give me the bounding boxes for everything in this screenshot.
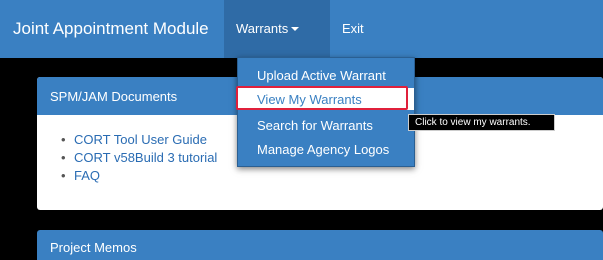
tooltip-text: Click to view my warrants. bbox=[415, 117, 531, 128]
bullet-icon: • bbox=[61, 150, 66, 165]
nav-exit-link[interactable]: Exit bbox=[342, 21, 364, 36]
brand-title[interactable]: Joint Appointment Module bbox=[13, 19, 209, 39]
nav-warrants-label[interactable]: Warrants bbox=[236, 21, 300, 36]
project-memos-panel-heading: Project Memos bbox=[37, 230, 603, 260]
list-item: • CORT Tool User Guide bbox=[61, 131, 217, 149]
tooltip: Click to view my warrants. bbox=[408, 114, 555, 131]
document-link-user-guide[interactable]: CORT Tool User Guide bbox=[74, 132, 207, 147]
bullet-icon: • bbox=[61, 132, 66, 147]
document-link-faq[interactable]: FAQ bbox=[74, 168, 100, 183]
list-item: • FAQ bbox=[61, 167, 217, 185]
warrants-dropdown-menu: Upload Active Warrant View My Warrants S… bbox=[237, 57, 415, 167]
nav-warrants-text: Warrants bbox=[236, 21, 289, 36]
menu-item-label: Upload Active Warrant bbox=[257, 68, 386, 83]
top-navbar: Joint Appointment Module Warrants Exit bbox=[0, 0, 603, 58]
nav-warrants-menu[interactable]: Warrants bbox=[224, 0, 330, 58]
documents-panel-title: SPM/JAM Documents bbox=[50, 89, 178, 104]
highlight-box bbox=[236, 86, 408, 110]
document-link-tutorial[interactable]: CORT v58Build 3 tutorial bbox=[74, 150, 217, 165]
chevron-down-icon bbox=[291, 26, 300, 31]
menu-item-manage-agency-logos[interactable]: Manage Agency Logos bbox=[238, 138, 414, 160]
documents-list: • CORT Tool User Guide • CORT v58Build 3 t… bbox=[61, 131, 217, 185]
menu-item-label: Manage Agency Logos bbox=[257, 142, 390, 157]
list-item: • CORT v58Build 3 tutorial bbox=[61, 149, 217, 167]
menu-item-label: Search for Warrants bbox=[257, 118, 373, 133]
menu-item-search-for-warrants[interactable]: Search for Warrants bbox=[238, 114, 414, 136]
menu-item-upload-active-warrant[interactable]: Upload Active Warrant bbox=[238, 64, 414, 86]
bullet-icon: • bbox=[61, 168, 66, 183]
